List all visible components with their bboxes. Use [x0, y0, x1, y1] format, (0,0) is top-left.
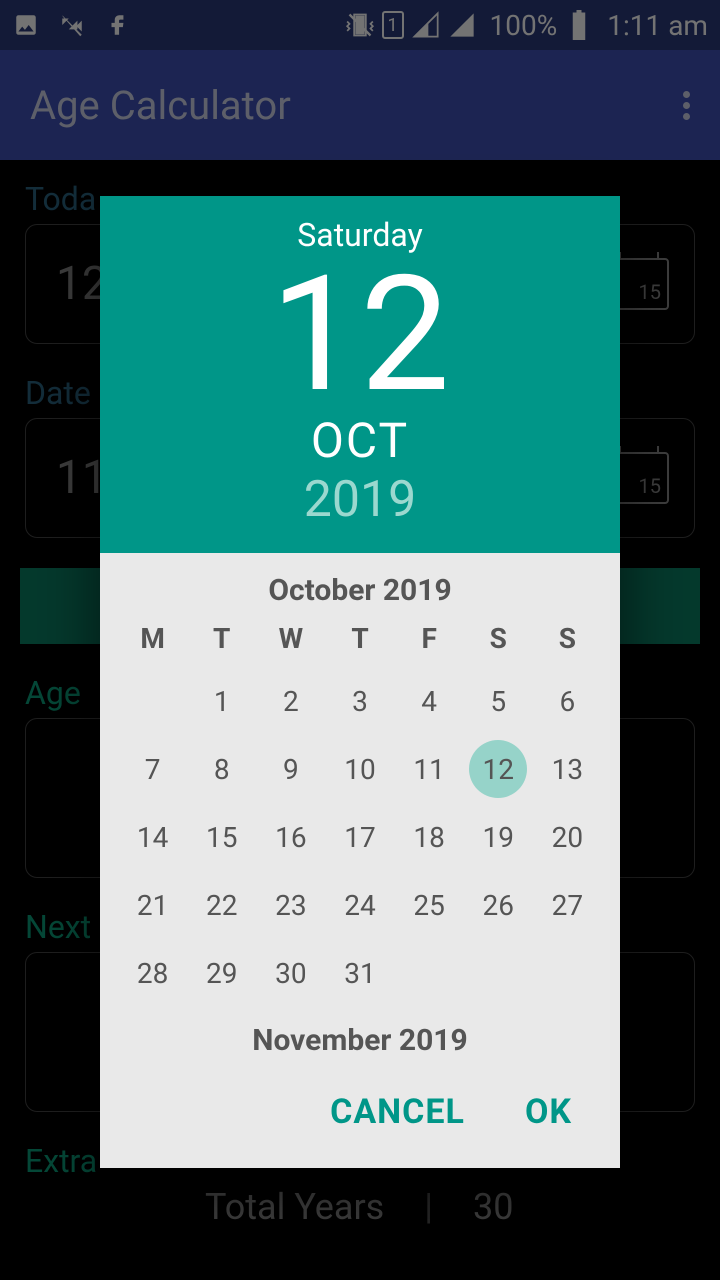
calendar-day[interactable]: 7 — [120, 747, 185, 791]
calendar-day[interactable]: 5 — [466, 679, 531, 723]
modal-overlay[interactable]: Saturday 12 OCT 2019 October 2019 MTWTFS… — [0, 0, 720, 1280]
weekday-header: T — [189, 622, 254, 655]
cancel-button[interactable]: CANCEL — [330, 1092, 465, 1132]
calendar-day[interactable]: 22 — [189, 883, 254, 927]
calendar-day[interactable]: 10 — [327, 747, 392, 791]
date-picker-dialog: Saturday 12 OCT 2019 October 2019 MTWTFS… — [100, 196, 620, 1168]
calendar-day[interactable]: 11 — [397, 747, 462, 791]
calendar-day[interactable]: 30 — [258, 951, 323, 995]
calendar-day[interactable]: 15 — [189, 815, 254, 859]
weekday-header: S — [466, 622, 531, 655]
calendar-day[interactable]: 18 — [397, 815, 462, 859]
calendar-day[interactable]: 17 — [327, 815, 392, 859]
date-picker-header: Saturday 12 OCT 2019 — [100, 196, 620, 553]
calendar-day[interactable]: 12 — [466, 747, 531, 791]
calendar-day[interactable]: 21 — [120, 883, 185, 927]
calendar-month-title: October 2019 — [120, 573, 600, 608]
picker-year[interactable]: 2019 — [100, 471, 620, 529]
calendar-day[interactable]: 4 — [397, 679, 462, 723]
calendar-day[interactable]: 24 — [327, 883, 392, 927]
calendar-day[interactable]: 1 — [189, 679, 254, 723]
weekday-header: F — [397, 622, 462, 655]
weekday-header: S — [535, 622, 600, 655]
calendar-day[interactable]: 8 — [189, 747, 254, 791]
next-month-title: November 2019 — [120, 1023, 600, 1058]
calendar-day[interactable]: 27 — [535, 883, 600, 927]
calendar-day[interactable]: 20 — [535, 815, 600, 859]
calendar-day[interactable]: 6 — [535, 679, 600, 723]
calendar-day[interactable]: 31 — [327, 951, 392, 995]
calendar-grid: MTWTFSS123456789101112131415161718192021… — [120, 622, 600, 995]
picker-month: OCT — [100, 412, 620, 469]
calendar-day[interactable]: 3 — [327, 679, 392, 723]
picker-day: 12 — [100, 256, 620, 416]
calendar-day[interactable]: 28 — [120, 951, 185, 995]
weekday-header: W — [258, 622, 323, 655]
weekday-header: T — [327, 622, 392, 655]
calendar-day[interactable]: 16 — [258, 815, 323, 859]
calendar-day[interactable]: 9 — [258, 747, 323, 791]
calendar-day[interactable]: 29 — [189, 951, 254, 995]
ok-button[interactable]: OK — [525, 1092, 572, 1132]
calendar-day[interactable]: 26 — [466, 883, 531, 927]
calendar-day[interactable]: 25 — [397, 883, 462, 927]
calendar-day[interactable]: 13 — [535, 747, 600, 791]
calendar-day[interactable]: 14 — [120, 815, 185, 859]
weekday-header: M — [120, 622, 185, 655]
calendar-day[interactable]: 23 — [258, 883, 323, 927]
calendar-day[interactable]: 2 — [258, 679, 323, 723]
calendar-day[interactable]: 19 — [466, 815, 531, 859]
